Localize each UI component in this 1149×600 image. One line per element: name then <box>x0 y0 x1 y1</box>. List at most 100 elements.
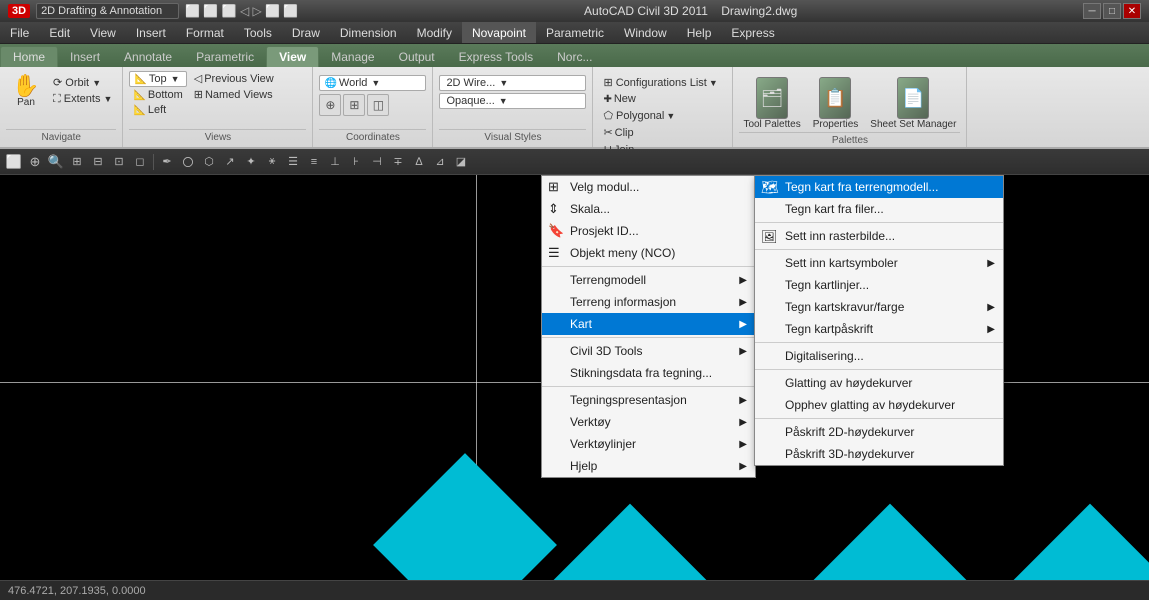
tab-norc[interactable]: Norc... <box>545 47 604 67</box>
icon-tb-10[interactable]: ⬡ <box>199 152 219 172</box>
view-bottom-item[interactable]: 📐Bottom <box>129 88 186 102</box>
menu-terrengmodell[interactable]: Terrengmodell ▶ <box>542 269 755 291</box>
icon-tb-17[interactable]: ⊦ <box>346 152 366 172</box>
tab-insert[interactable]: Insert <box>58 47 112 67</box>
menu-item-view[interactable]: View <box>80 22 126 43</box>
icon-tb-1[interactable]: ⬜ <box>4 152 24 172</box>
icon-tb-19[interactable]: ∓ <box>388 152 408 172</box>
menu-item-file[interactable]: File <box>0 22 39 43</box>
icon-tb-9[interactable]: 〇 <box>178 152 198 172</box>
window-controls[interactable]: ─ □ ✕ <box>1083 3 1141 19</box>
tab-view[interactable]: View <box>266 46 319 67</box>
view-top-dropdown[interactable]: 📐Top▼ <box>129 71 186 87</box>
menu-item-help[interactable]: Help <box>677 22 722 43</box>
kart-opphev-glatting[interactable]: Opphev glatting av høydekurver <box>755 394 1003 416</box>
icon-tb-18[interactable]: ⊣ <box>367 152 387 172</box>
kart-kartlinjer[interactable]: Tegn kartlinjer... <box>755 274 1003 296</box>
menu-objekt-meny[interactable]: ☰ Objekt meny (NCO) <box>542 242 755 264</box>
canvas-area[interactable]: ⊞ Velg modul... ⇕ Skala... 🔖 Prosjekt ID… <box>0 175 1149 580</box>
icon-tb-14[interactable]: ☰ <box>283 152 303 172</box>
kart-glatting[interactable]: Glatting av høydekurver <box>755 372 1003 394</box>
wireframe-dropdown[interactable]: 2D Wire... ▼ <box>439 75 586 91</box>
icon-tb-12[interactable]: ✦ <box>241 152 261 172</box>
properties-btn[interactable]: 📋 Properties <box>809 75 863 132</box>
icon-tb-3[interactable]: 🔍 <box>46 152 66 172</box>
menu-velg-modul[interactable]: ⊞ Velg modul... <box>542 176 755 198</box>
menu-civil3d-tools[interactable]: Civil 3D Tools ▶ <box>542 340 755 362</box>
tab-express-tools[interactable]: Express Tools <box>447 47 545 67</box>
tab-annotate[interactable]: Annotate <box>112 47 184 67</box>
icon-tb-6[interactable]: ⊡ <box>109 152 129 172</box>
menu-item-format[interactable]: Format <box>176 22 234 43</box>
icon-tb-15[interactable]: ≡ <box>304 152 324 172</box>
sheet-set-btn[interactable]: 📄 Sheet Set Manager <box>866 75 960 132</box>
coord-icon-1[interactable]: ⊕ <box>319 94 341 116</box>
menu-hjelp[interactable]: Hjelp ▶ <box>542 455 755 477</box>
menu-item-insert[interactable]: Insert <box>126 22 176 43</box>
icon-tb-13[interactable]: ⚹ <box>262 152 282 172</box>
pan-btn[interactable]: ✋ Pan <box>6 73 46 110</box>
tab-manage[interactable]: Manage <box>319 47 386 67</box>
ribbon: ✋ Pan ⟳ Orbit ▼ ⛶ Extents ▼ Navigate <box>0 67 1149 149</box>
menu-item-express[interactable]: Express <box>721 22 784 43</box>
main-window: 3D 2D Drafting & Annotation ⬜ ⬜ ⬜ ◁ ▷ ⬜ … <box>0 0 1149 600</box>
tab-output[interactable]: Output <box>387 47 447 67</box>
kart-kartsymboler[interactable]: Sett inn kartsymboler ▶ <box>755 252 1003 274</box>
tab-home[interactable]: Home <box>0 46 58 67</box>
coord-icon-2[interactable]: ⊞ <box>343 94 365 116</box>
menu-item-parametric[interactable]: Parametric <box>536 22 614 43</box>
workspace-dropdown[interactable]: 2D Drafting & Annotation <box>36 3 179 19</box>
menu-item-tools[interactable]: Tools <box>234 22 282 43</box>
menu-skala[interactable]: ⇕ Skala... <box>542 198 755 220</box>
menu-stikningsdata[interactable]: Stikningsdata fra tegning... <box>542 362 755 384</box>
icon-tb-7[interactable]: ◻ <box>130 152 150 172</box>
menu-tegningspresentasjon[interactable]: Tegningspresentasjon ▶ <box>542 389 755 411</box>
menu-item-window[interactable]: Window <box>614 22 677 43</box>
menu-item-edit[interactable]: Edit <box>39 22 80 43</box>
polygonal-btn[interactable]: ⬠ Polygonal ▼ <box>599 108 721 123</box>
menu-verktoy[interactable]: Verktøy ▶ <box>542 411 755 433</box>
kart-kartskravur[interactable]: Tegn kartskravur/farge ▶ <box>755 296 1003 318</box>
menu-kart[interactable]: Kart ▶ <box>542 313 755 335</box>
minimize-btn[interactable]: ─ <box>1083 3 1101 19</box>
orbit-btn[interactable]: ⟳ Orbit ▼ <box>49 75 116 90</box>
icon-tb-20[interactable]: ∆ <box>409 152 429 172</box>
maximize-btn[interactable]: □ <box>1103 3 1121 19</box>
opaque-dropdown[interactable]: Opaque... ▼ <box>439 93 586 109</box>
menu-item-modify[interactable]: Modify <box>407 22 462 43</box>
coord-icon-3[interactable]: ◫ <box>367 94 389 116</box>
tab-parametric[interactable]: Parametric <box>184 47 266 67</box>
kart-tegn-terrengmodell[interactable]: 🗺 Tegn kart fra terrengmodell... <box>755 176 1003 198</box>
new-viewport-btn[interactable]: ✚ New <box>599 92 721 106</box>
kart-sett-inn-rasterbilde[interactable]: 🖼 Sett inn rasterbilde... <box>755 225 1003 247</box>
icon-tb-21[interactable]: ⊿ <box>430 152 450 172</box>
kart-digitalisering[interactable]: Digitalisering... <box>755 345 1003 367</box>
icon-tb-11[interactable]: ↗ <box>220 152 240 172</box>
kart-tegn-filer[interactable]: Tegn kart fra filer... <box>755 198 1003 220</box>
config-list-dropdown[interactable]: ⊞ Configurations List ▼ <box>599 75 721 90</box>
view-left-item[interactable]: 📐Left <box>129 103 186 117</box>
extents-btn[interactable]: ⛶ Extents ▼ <box>49 92 116 107</box>
menu-item-draw[interactable]: Draw <box>282 22 330 43</box>
icon-tb-5[interactable]: ⊟ <box>88 152 108 172</box>
title-bar-center: AutoCAD Civil 3D 2011 Drawing2.dwg <box>584 4 797 18</box>
menu-item-dimension[interactable]: Dimension <box>330 22 407 43</box>
named-views-btn[interactable]: ⊞Named Views <box>190 87 278 102</box>
tool-palettes-btn[interactable]: 🗂 Tool Palettes <box>739 75 804 132</box>
kart-paskrift-2d[interactable]: Påskrift 2D-høydekurver <box>755 421 1003 443</box>
menu-prosjekt-id[interactable]: 🔖 Prosjekt ID... <box>542 220 755 242</box>
previous-view-btn[interactable]: ◁Previous View <box>190 71 278 86</box>
icon-tb-8[interactable]: ✒ <box>157 152 177 172</box>
menu-terreng-info[interactable]: Terreng informasjon ▶ <box>542 291 755 313</box>
menu-verktoylinjer[interactable]: Verktøylinjer ▶ <box>542 433 755 455</box>
kart-paskrift-3d[interactable]: Påskrift 3D-høydekurver <box>755 443 1003 465</box>
world-dropdown[interactable]: 🌐 World ▼ <box>319 75 426 91</box>
kart-kartpaskrift[interactable]: Tegn kartpåskrift ▶ <box>755 318 1003 340</box>
clip-btn[interactable]: ✂ Clip <box>599 125 721 140</box>
close-btn[interactable]: ✕ <box>1123 3 1141 19</box>
icon-tb-16[interactable]: ⊥ <box>325 152 345 172</box>
icon-tb-22[interactable]: ◪ <box>451 152 471 172</box>
icon-tb-4[interactable]: ⊞ <box>67 152 87 172</box>
icon-tb-2[interactable]: ⊕ <box>25 152 45 172</box>
menu-item-novapoint[interactable]: Novapoint <box>462 22 536 43</box>
